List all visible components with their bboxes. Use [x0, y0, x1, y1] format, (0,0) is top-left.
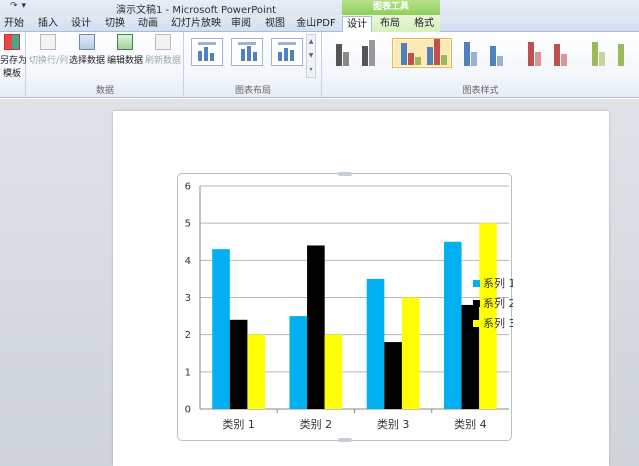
edit-data-icon: [117, 34, 133, 50]
tab-animations[interactable]: 动画: [134, 16, 162, 32]
ribbon-group-type: 另存为 模板: [0, 32, 28, 98]
y-tick-label: 5: [185, 219, 191, 230]
tab-home[interactable]: 开始: [0, 16, 28, 32]
x-tick-label: 类别 1: [222, 417, 255, 431]
bar-1-2: [229, 319, 248, 409]
legend-swatch-3: [473, 320, 480, 327]
y-tick-label: 2: [185, 330, 191, 341]
refresh-data-icon: [155, 34, 171, 50]
x-tick-label: 类别 4: [454, 417, 487, 431]
tab-chart-layout[interactable]: 布局: [375, 16, 405, 32]
x-tick-label: 类别 2: [300, 417, 333, 431]
edit-data-label: 编辑数据: [107, 56, 144, 66]
chart-frame[interactable]: 0 1 2 3 4 5 6 类别 1 类别 2 类别 3 类别 4 系列 1 系列 2 系列 3: [177, 172, 516, 442]
y-tick-label: 4: [185, 256, 191, 267]
y-tick-label: 1: [185, 367, 191, 378]
chart-resize-handle-bottom[interactable]: [338, 438, 352, 442]
save-as-template-label-2: 模板: [2, 69, 21, 79]
tab-chart-format[interactable]: 格式: [408, 16, 440, 32]
select-data-label: 选择数据: [69, 56, 106, 66]
switch-row-column-button[interactable]: 切换行/列: [29, 34, 69, 66]
save-as-template-button[interactable]: 另存为 模板: [0, 34, 28, 79]
title-bar: ↷ ▾ 演示文稿1 - Microsoft PowerPoint 图表工具: [0, 0, 639, 16]
ribbon-group-chart-layout: 图表布局: [185, 32, 322, 98]
save-as-template-icon: [4, 34, 20, 50]
bar-2-1: [289, 316, 308, 409]
x-tick-label: 类别 3: [377, 417, 410, 431]
select-data-icon: [79, 34, 95, 50]
chart-style-option-2[interactable]: [392, 38, 452, 68]
column-chart[interactable]: 0 1 2 3 4 5 6 类别 1 类别 2 类别 3 类别 4 系列 1 系列 2 系列 3: [178, 174, 516, 442]
chart-layout-option-1[interactable]: [191, 38, 223, 66]
bar-1-1: [212, 249, 230, 409]
y-tick-label: 0: [185, 405, 191, 416]
ribbon-group-chart-styles: 图表样式: [322, 32, 639, 98]
save-as-template-label-1: 另存为: [0, 56, 28, 66]
refresh-data-button[interactable]: 刷新数据: [145, 34, 181, 66]
select-data-button[interactable]: 选择数据: [69, 34, 105, 66]
tab-chart-design[interactable]: 设计: [342, 16, 372, 32]
tab-view[interactable]: 视图: [261, 16, 289, 32]
bar-2-3: [324, 334, 343, 409]
bar-2-2: [307, 245, 325, 409]
data-group-label: 数据: [95, 86, 114, 96]
chart-style-option-1[interactable]: [328, 38, 388, 68]
switch-row-column-icon: [40, 34, 56, 50]
bar-3-2: [384, 342, 402, 409]
bar-1-3: [247, 334, 266, 409]
ribbon-tab-bar: 开始 插入 设计 切换 动画 幻灯片放映 审阅 视图 金山PDF 设计 布局 格…: [0, 15, 639, 32]
switch-row-column-label: 切换行/列: [29, 56, 69, 66]
legend-label-1: 系列 1: [483, 276, 513, 290]
refresh-data-label: 刷新数据: [145, 56, 182, 66]
chart-style-option-3[interactable]: [456, 38, 516, 68]
bar-3-3: [401, 297, 420, 409]
bar-4-1: [443, 241, 462, 409]
chart-layout-group-label: 图表布局: [234, 86, 271, 96]
chart-layout-option-2[interactable]: [231, 38, 263, 66]
tab-insert[interactable]: 插入: [34, 16, 62, 32]
context-tab-group-label: 图表工具: [342, 0, 440, 15]
slide-canvas[interactable]: 0 1 2 3 4 5 6 类别 1 类别 2 类别 3 类别 4 系列 1 系列 2 系列 3: [113, 111, 609, 466]
tab-kingsoft-pdf[interactable]: 金山PDF: [294, 16, 338, 32]
slide-workspace: 0 1 2 3 4 5 6 类别 1 类别 2 类别 3 类别 4 系列 1 系列 2 系列 3: [0, 99, 639, 466]
y-tick-label: 6: [185, 182, 191, 193]
legend-swatch-2: [473, 300, 480, 307]
chart-resize-handle-top[interactable]: [338, 172, 352, 176]
edit-data-button[interactable]: 编辑数据: [107, 34, 143, 66]
tab-design[interactable]: 设计: [67, 16, 95, 32]
tab-slideshow[interactable]: 幻灯片放映: [170, 16, 222, 32]
customize-qat-icon[interactable]: ▾: [22, 1, 27, 11]
ribbon: 另存为 模板 切换行/列 选择数据 编辑数据 刷新数据 数据 图表布局 ▲ ▼ …: [0, 32, 639, 98]
window-title: 演示文稿1 - Microsoft PowerPoint: [116, 5, 277, 16]
bar-3-1: [366, 278, 385, 409]
legend-label-2: 系列 2: [483, 296, 513, 310]
chart-styles-group-label: 图表样式: [462, 86, 499, 96]
quick-access-toolbar: ↷ ▾: [0, 1, 26, 11]
redo-icon[interactable]: ↷: [10, 1, 18, 11]
legend-swatch-1: [473, 280, 480, 287]
y-tick-label: 3: [185, 293, 191, 304]
chart-style-option-5[interactable]: [584, 38, 639, 68]
chart-style-option-4[interactable]: [520, 38, 580, 68]
tab-review[interactable]: 审阅: [227, 16, 255, 32]
legend-label-3: 系列 3: [483, 316, 513, 330]
layout-gallery-scroll[interactable]: ▲ ▼ ▾: [306, 34, 316, 78]
tab-transitions[interactable]: 切换: [101, 16, 129, 32]
ribbon-group-data: 切换行/列 选择数据 编辑数据 刷新数据 数据: [27, 32, 184, 98]
chart-layout-option-3[interactable]: [271, 38, 303, 66]
